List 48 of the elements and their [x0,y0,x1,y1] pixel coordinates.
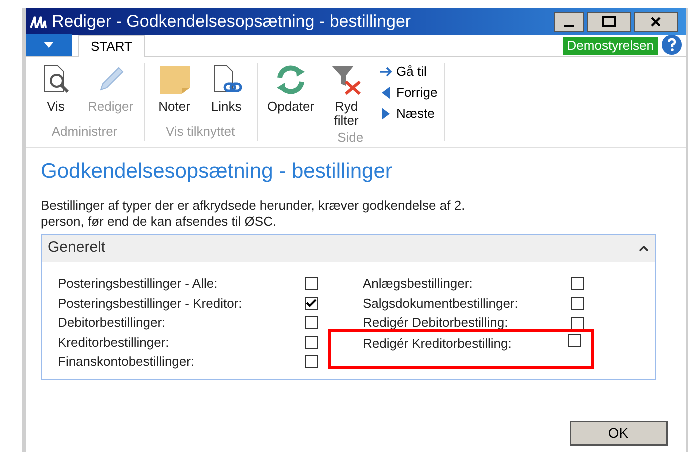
ribbon-button[interactable]: Noter [150,63,199,122]
maximize-button[interactable] [587,12,631,32]
ribbon-small-button[interactable]: Gå til [378,63,438,81]
window-title: Rediger - Godkendelsesopsætning - bestillinger [52,10,412,33]
group-label: Side [338,129,364,147]
field-label: Finanskontobestillinger: [58,353,196,371]
ribbon-small-button[interactable]: Forrige [378,84,438,102]
logo-icon [30,14,48,28]
field-label: Redigér Debitorbestilling: [363,314,510,332]
field-label: Redigér Kreditorbestilling: [363,334,513,353]
ribbon-tab[interactable]: START [78,35,146,57]
ribbon-small-button[interactable]: Næste [378,105,438,123]
checkbox[interactable] [571,296,584,310]
group-label: Administrer [52,122,118,140]
ribbon-button[interactable]: Links [202,63,251,122]
field-label: Anlægsbestillinger: [363,275,474,294]
field-label: Salgsdokumentbestillinger: [363,294,520,313]
field-label: Posteringsbestillinger - Alle: [58,275,219,293]
section-header[interactable]: Generelt [42,235,655,262]
checkbox[interactable] [571,277,584,290]
note-icon [158,64,192,96]
page-title: Godkendelsesopsætning - bestillinger [41,159,394,185]
ok-button[interactable]: OK [570,421,668,446]
company-badge: Demostyrelsen [563,37,658,55]
checkbox[interactable] [571,316,584,330]
field-label: Posteringsbestillinger - Kreditor: [58,294,244,313]
help-icon[interactable] [662,35,682,55]
funnel-cross-icon [330,64,364,96]
group-label: Vis tilknyttet [166,122,236,141]
caret-icon [639,246,649,252]
checkbox[interactable] [305,316,318,330]
close-button[interactable] [634,12,678,32]
description-text: Bestillinger af typer der er afkrydsede herunder, kræver godkendelse af 2. person, før end de kan afsendes til ØSC. [41,198,466,230]
arrow-right-icon [378,67,393,77]
field-label: Kreditorbestillinger: [58,334,170,352]
minimize-button[interactable] [554,12,584,32]
app-menu-button[interactable] [26,34,72,56]
checkbox[interactable] [305,296,318,310]
close-icon [650,16,662,26]
checkbox[interactable] [568,334,581,347]
checkbox[interactable] [305,336,318,349]
ribbon-button[interactable]: Vis [32,63,80,122]
ribbon-button[interactable]: Ryd filter [322,63,371,128]
checkbox[interactable] [305,277,318,290]
checkbox[interactable] [305,355,318,368]
field-label: Debitorbestillinger: [58,314,167,332]
caret-down-icon [44,42,54,48]
ribbon-button[interactable]: Opdater [264,63,319,128]
